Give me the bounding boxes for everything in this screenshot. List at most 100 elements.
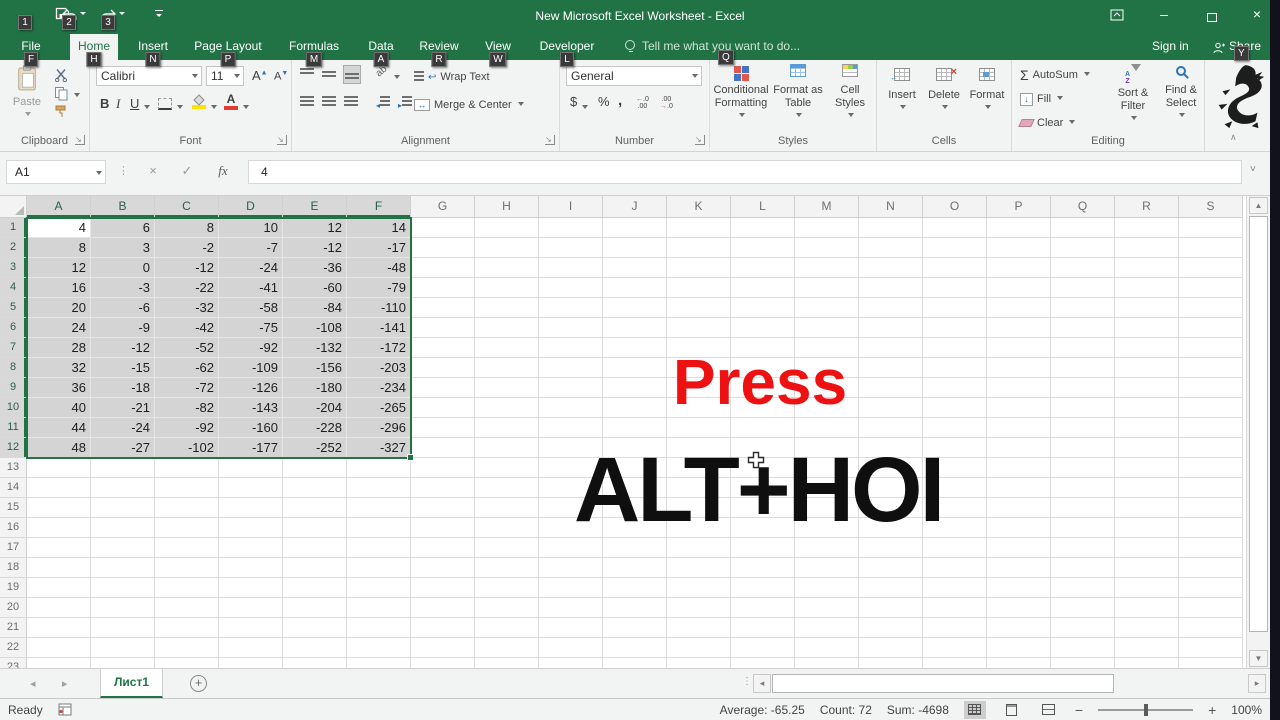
cell-A9[interactable]: 36 xyxy=(27,378,91,398)
cell-H1[interactable] xyxy=(475,218,539,238)
cell-P22[interactable] xyxy=(987,638,1051,658)
zoom-out-icon[interactable]: − xyxy=(1075,702,1083,718)
italic-button[interactable]: I xyxy=(116,96,120,112)
cell-R2[interactable] xyxy=(1115,238,1179,258)
cell-J1[interactable] xyxy=(603,218,667,238)
cell-K19[interactable] xyxy=(667,578,731,598)
format-painter-icon[interactable] xyxy=(54,104,68,121)
cell-C10[interactable]: -82 xyxy=(155,398,219,418)
cell-D8[interactable]: -109 xyxy=(219,358,283,378)
cell-O11[interactable] xyxy=(923,418,987,438)
cell-E7[interactable]: -132 xyxy=(283,338,347,358)
orientation-dropdown-arrow[interactable] xyxy=(392,72,400,84)
cell-I23[interactable] xyxy=(539,658,603,668)
cell-E10[interactable]: -204 xyxy=(283,398,347,418)
font-dialog-launcher[interactable]: ↘ xyxy=(277,135,287,145)
page-layout-view-icon[interactable] xyxy=(1001,701,1023,719)
cell-Q12[interactable] xyxy=(1051,438,1115,458)
row-header-15[interactable]: 15 xyxy=(0,498,27,518)
tab-file[interactable]: File F xyxy=(8,34,54,67)
cell-B9[interactable]: -18 xyxy=(91,378,155,398)
cell-G13[interactable] xyxy=(411,458,475,478)
cell-G3[interactable] xyxy=(411,258,475,278)
cell-P17[interactable] xyxy=(987,538,1051,558)
cell-F16[interactable] xyxy=(347,518,411,538)
cell-G2[interactable] xyxy=(411,238,475,258)
cell-I5[interactable] xyxy=(539,298,603,318)
cell-R10[interactable] xyxy=(1115,398,1179,418)
close-button[interactable]: × xyxy=(1245,6,1269,22)
cell-D6[interactable]: -75 xyxy=(219,318,283,338)
cell-B6[interactable]: -9 xyxy=(91,318,155,338)
cell-G23[interactable] xyxy=(411,658,475,668)
cell-O9[interactable] xyxy=(923,378,987,398)
row-header-10[interactable]: 10 xyxy=(0,398,27,418)
cell-Q21[interactable] xyxy=(1051,618,1115,638)
cell-Q14[interactable] xyxy=(1051,478,1115,498)
cell-A1[interactable]: 4 xyxy=(27,218,91,238)
row-header-4[interactable]: 4 xyxy=(0,278,27,298)
cell-B22[interactable] xyxy=(91,638,155,658)
cell-N21[interactable] xyxy=(859,618,923,638)
column-header-L[interactable]: L xyxy=(731,196,795,218)
cell-C23[interactable] xyxy=(155,658,219,668)
cell-S13[interactable] xyxy=(1179,458,1243,478)
cell-F22[interactable] xyxy=(347,638,411,658)
cell-A6[interactable]: 24 xyxy=(27,318,91,338)
cell-F23[interactable] xyxy=(347,658,411,668)
zoom-slider-thumb[interactable] xyxy=(1144,703,1149,716)
cell-E4[interactable]: -60 xyxy=(283,278,347,298)
cell-D7[interactable]: -92 xyxy=(219,338,283,358)
cell-H3[interactable] xyxy=(475,258,539,278)
cell-D19[interactable] xyxy=(219,578,283,598)
cell-B13[interactable] xyxy=(91,458,155,478)
cell-P21[interactable] xyxy=(987,618,1051,638)
row-header-11[interactable]: 11 xyxy=(0,418,27,438)
cell-H5[interactable] xyxy=(475,298,539,318)
cell-J17[interactable] xyxy=(603,538,667,558)
copy-dropdown-arrow[interactable] xyxy=(72,90,80,102)
currency-format-button[interactable]: $ xyxy=(570,94,577,109)
cell-E22[interactable] xyxy=(283,638,347,658)
cell-E6[interactable]: -108 xyxy=(283,318,347,338)
cell-S10[interactable] xyxy=(1179,398,1243,418)
tab-data[interactable]: Data A xyxy=(356,34,406,67)
cell-M18[interactable] xyxy=(795,558,859,578)
cell-R23[interactable] xyxy=(1115,658,1179,668)
cell-A20[interactable] xyxy=(27,598,91,618)
row-header-9[interactable]: 9 xyxy=(0,378,27,398)
cell-O5[interactable] xyxy=(923,298,987,318)
cell-B18[interactable] xyxy=(91,558,155,578)
cell-B10[interactable]: -21 xyxy=(91,398,155,418)
cell-D5[interactable]: -58 xyxy=(219,298,283,318)
cell-Q6[interactable] xyxy=(1051,318,1115,338)
delete-cells-button[interactable]: × Delete xyxy=(925,66,963,115)
cell-G18[interactable] xyxy=(411,558,475,578)
cell-S3[interactable] xyxy=(1179,258,1243,278)
cell-R22[interactable] xyxy=(1115,638,1179,658)
cell-O23[interactable] xyxy=(923,658,987,668)
clipboard-dialog-launcher[interactable]: ↘ xyxy=(75,135,85,145)
cell-E9[interactable]: -180 xyxy=(283,378,347,398)
cell-Q16[interactable] xyxy=(1051,518,1115,538)
cell-M11[interactable] xyxy=(795,418,859,438)
cell-N4[interactable] xyxy=(859,278,923,298)
cell-G6[interactable] xyxy=(411,318,475,338)
row-header-5[interactable]: 5 xyxy=(0,298,27,318)
cell-A5[interactable]: 20 xyxy=(27,298,91,318)
cell-A14[interactable] xyxy=(27,478,91,498)
cell-H9[interactable] xyxy=(475,378,539,398)
cell-F12[interactable]: -327 xyxy=(347,438,411,458)
cell-G11[interactable] xyxy=(411,418,475,438)
cell-S17[interactable] xyxy=(1179,538,1243,558)
cell-F14[interactable] xyxy=(347,478,411,498)
column-header-J[interactable]: J xyxy=(603,196,667,218)
cell-E23[interactable] xyxy=(283,658,347,668)
column-header-N[interactable]: N xyxy=(859,196,923,218)
row-header-6[interactable]: 6 xyxy=(0,318,27,338)
cell-A8[interactable]: 32 xyxy=(27,358,91,378)
cell-R8[interactable] xyxy=(1115,358,1179,378)
column-header-I[interactable]: I xyxy=(539,196,603,218)
formula-bar-resize-dots[interactable]: ⋮ xyxy=(118,164,130,177)
cell-L22[interactable] xyxy=(731,638,795,658)
